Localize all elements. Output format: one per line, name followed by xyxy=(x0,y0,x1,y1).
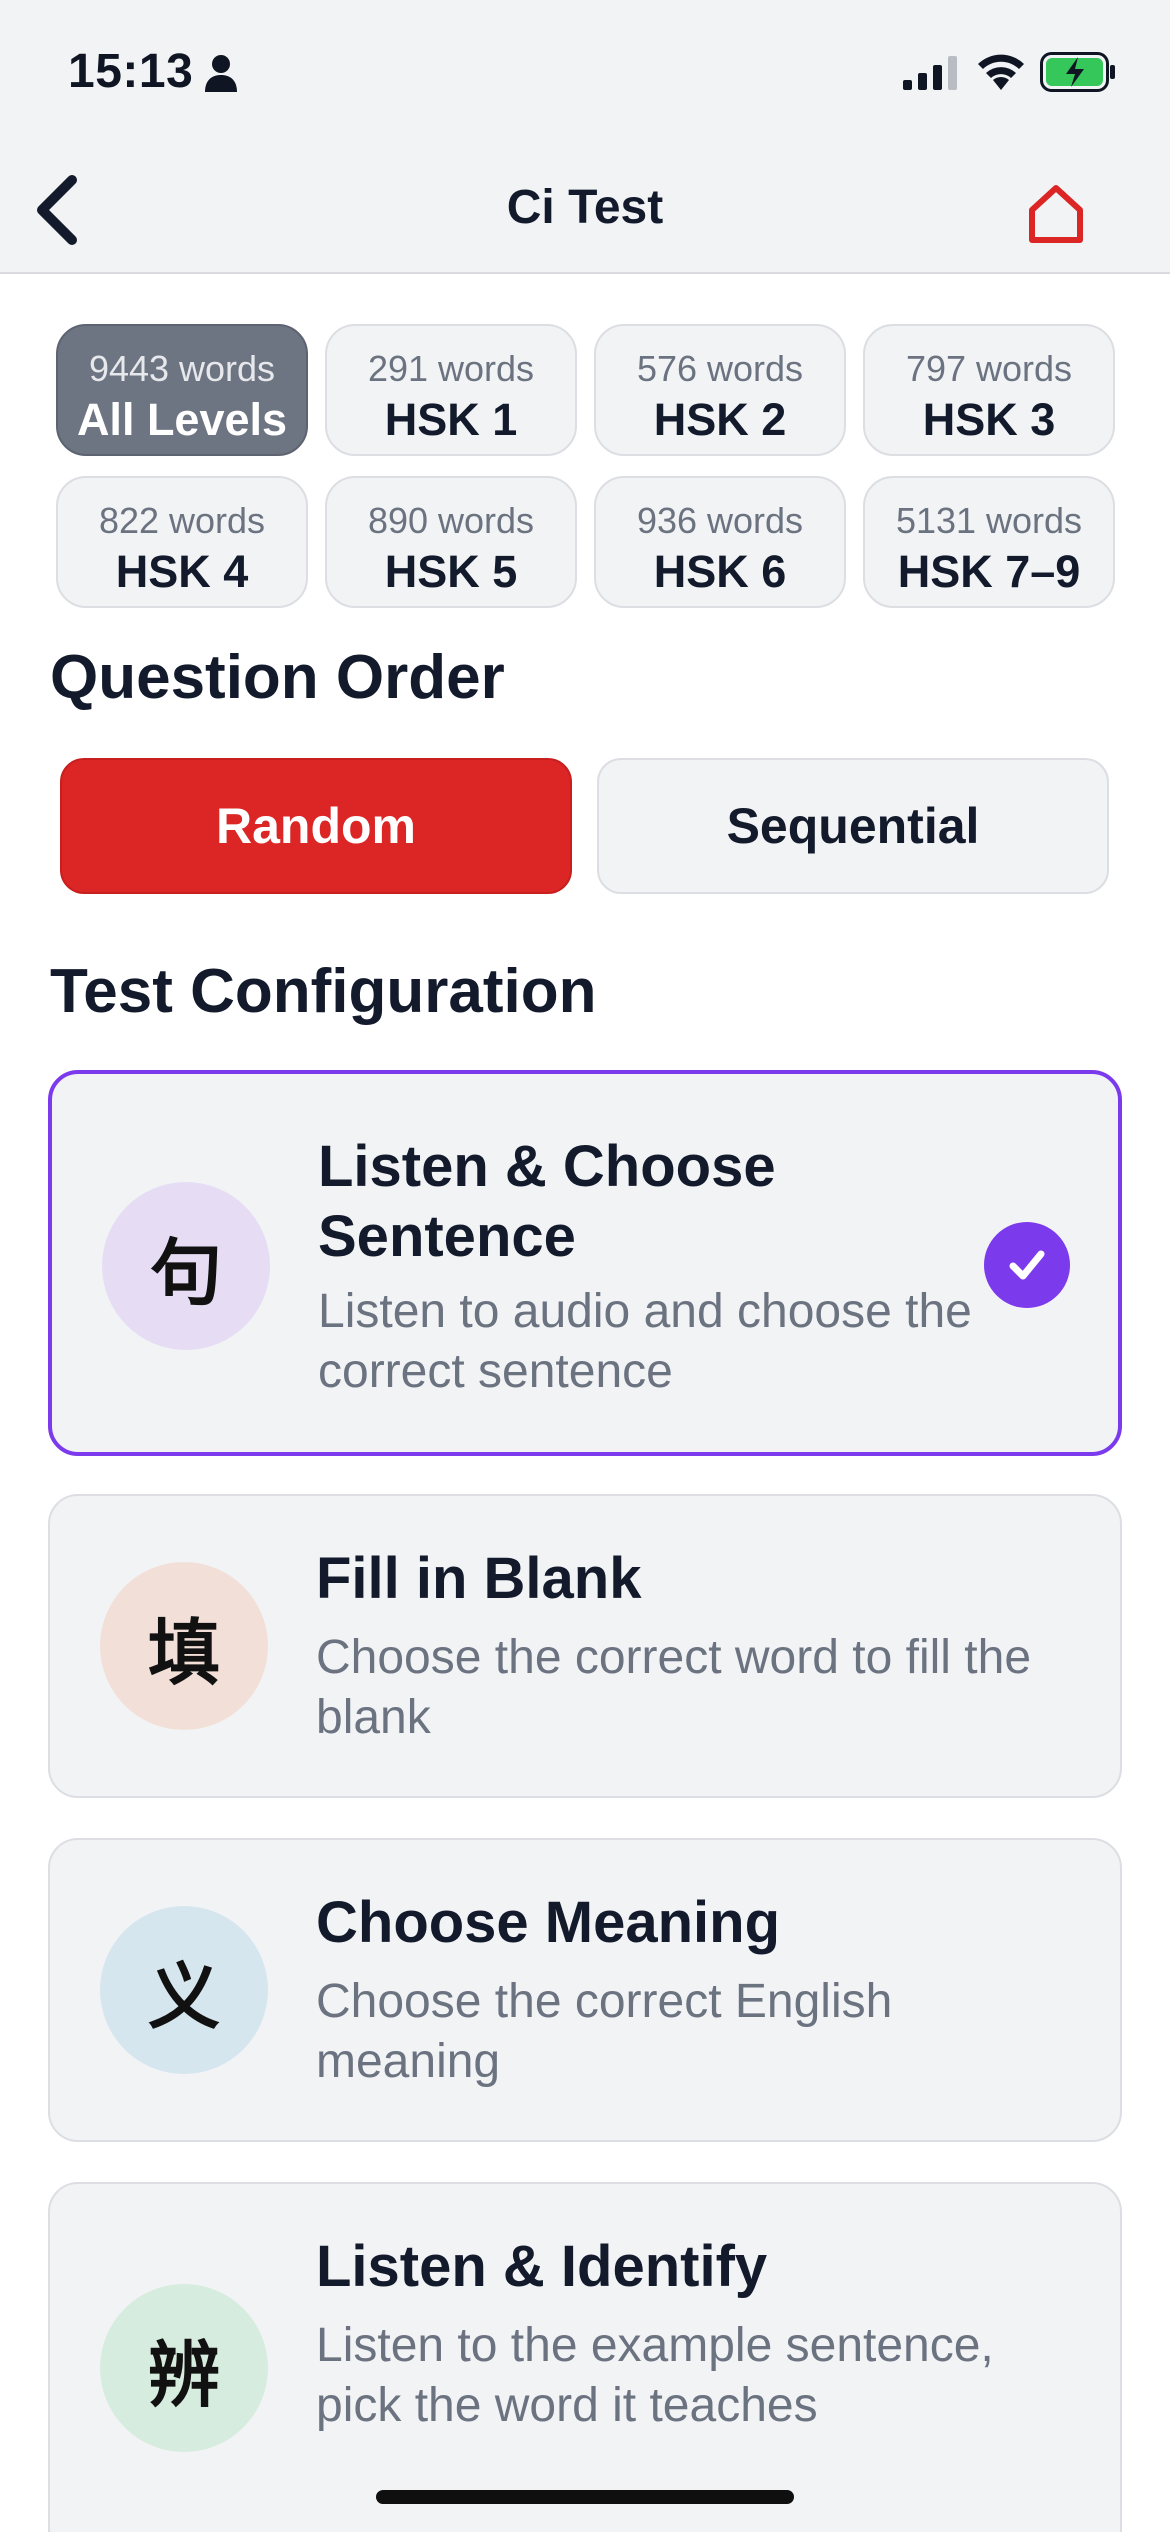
test-card-listen-choose-sentence[interactable]: 句 Listen & Choose Sentence Listen to aud… xyxy=(48,1070,1122,1456)
chip-hsk-2[interactable]: 576 words HSK 2 xyxy=(594,324,846,456)
random-order-button[interactable]: Random xyxy=(60,758,572,894)
identify-char-icon: 辨 xyxy=(100,2284,268,2452)
wifi-icon xyxy=(978,54,1024,90)
chip-count: 9443 words xyxy=(88,348,276,389)
chip-count: 291 words xyxy=(367,348,535,389)
card-title: Listen & Choose Sentence xyxy=(318,1134,776,1269)
card-description: Listen to the example sentence, pick the… xyxy=(316,2319,994,2432)
card-title: Listen & Identify xyxy=(316,2234,768,2299)
chip-hsk-6[interactable]: 936 words HSK 6 xyxy=(594,476,846,608)
nav-bar: Ci Test xyxy=(0,150,1170,274)
page-title: Ci Test xyxy=(506,181,664,234)
chip-hsk-5[interactable]: 890 words HSK 5 xyxy=(325,476,577,608)
chip-label: All Levels xyxy=(76,394,288,445)
status-time: 15:13 xyxy=(68,45,194,98)
status-bar: 15:13 xyxy=(0,0,1170,150)
person-icon xyxy=(205,55,237,92)
fill-char-icon: 填 xyxy=(100,1562,268,1730)
battery-charging-icon xyxy=(1040,52,1115,92)
chip-count: 822 words xyxy=(98,500,266,541)
card-title: Choose Meaning xyxy=(316,1890,781,1955)
chip-hsk-1[interactable]: 291 words HSK 1 xyxy=(325,324,577,456)
chip-count: 5131 words xyxy=(895,500,1083,541)
card-title: Fill in Blank xyxy=(316,1546,642,1611)
question-order-heading: Question Order xyxy=(50,643,505,712)
chip-count: 890 words xyxy=(367,500,535,541)
test-card-choose-meaning[interactable]: 义 Choose Meaning Choose the correct Engl… xyxy=(48,1838,1122,2142)
chip-hsk-3[interactable]: 797 words HSK 3 xyxy=(863,324,1115,456)
card-description: Listen to audio and choose the correct s… xyxy=(318,1285,972,1398)
home-indicator[interactable] xyxy=(376,2490,794,2504)
chip-label: HSK 6 xyxy=(653,546,787,597)
chip-label: HSK 5 xyxy=(384,546,518,597)
selected-check-icon xyxy=(984,1222,1070,1308)
test-card-listen-identify[interactable]: 辨 Listen & Identify Listen to the exampl… xyxy=(48,2182,1122,2532)
chip-label: HSK 3 xyxy=(922,394,1056,445)
chip-label: HSK 7–9 xyxy=(897,546,1081,597)
checkmark-icon xyxy=(1009,1250,1045,1280)
test-configuration-heading: Test Configuration xyxy=(50,957,597,1026)
card-description: Choose the correct English meaning xyxy=(316,1975,893,2088)
chip-all-levels[interactable]: 9443 words All Levels xyxy=(56,324,308,456)
meaning-char-icon: 义 xyxy=(100,1906,268,2074)
chip-count: 797 words xyxy=(905,348,1073,389)
signal-icon xyxy=(903,56,957,90)
chip-count: 936 words xyxy=(636,500,804,541)
chip-hsk-7-9[interactable]: 5131 words HSK 7–9 xyxy=(863,476,1115,608)
chip-label: HSK 1 xyxy=(384,394,518,445)
sequential-order-button[interactable]: Sequential xyxy=(597,758,1109,894)
chip-hsk-4[interactable]: 822 words HSK 4 xyxy=(56,476,308,608)
chip-count: 576 words xyxy=(636,348,804,389)
sentence-char-icon: 句 xyxy=(102,1182,270,1350)
home-icon[interactable] xyxy=(1026,184,1086,244)
chip-label: HSK 2 xyxy=(653,394,787,445)
test-card-fill-in-blank[interactable]: 填 Fill in Blank Choose the correct word … xyxy=(48,1494,1122,1798)
card-description: Choose the correct word to fill the blan… xyxy=(316,1631,1032,1744)
chip-label: HSK 4 xyxy=(115,546,249,597)
